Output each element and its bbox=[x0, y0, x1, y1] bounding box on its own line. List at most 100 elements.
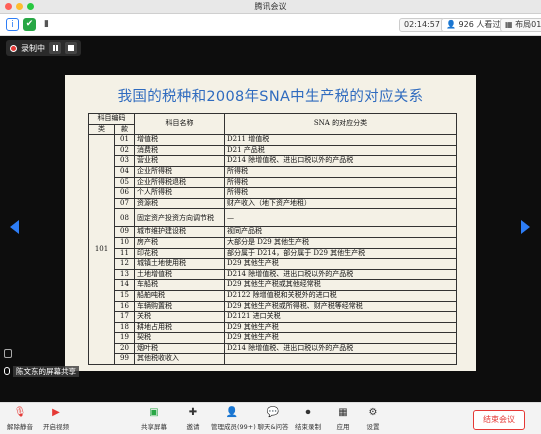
name-cell: 房产税 bbox=[134, 236, 225, 249]
layout-label: 布局01 bbox=[515, 20, 541, 29]
layout-button[interactable]: ▦ 布局01 bbox=[500, 18, 541, 32]
toolbar-unmute-button[interactable]: 🎙 解除静音 bbox=[2, 407, 38, 431]
pause-recording-button[interactable] bbox=[49, 42, 61, 54]
sna-cell: D21 产品税 bbox=[224, 144, 457, 157]
toolbar-label: 共享屏幕 bbox=[141, 423, 167, 431]
signal-icon[interactable]: ▮ bbox=[40, 18, 53, 31]
settings-icon: ⚙ bbox=[368, 407, 378, 418]
name-cell: 城镇土地使用税 bbox=[134, 258, 225, 270]
sna-cell: 视同产品税 bbox=[224, 226, 457, 238]
viewer-count[interactable]: 👤 926 人看过 bbox=[441, 18, 506, 32]
cat-header: 类 bbox=[88, 123, 115, 136]
shield-icon[interactable]: ✔ bbox=[23, 18, 36, 31]
pause-icon bbox=[52, 45, 55, 51]
window-title: 腾讯会议 bbox=[254, 2, 287, 11]
table-row: 08 固定资产投资方向调节税 — bbox=[89, 208, 457, 228]
table-row: 02 消费税 D21 产品税 bbox=[89, 144, 457, 157]
table-row: 99 其他税收收入 bbox=[89, 353, 457, 366]
toolbar-settings-button[interactable]: ⚙ 设置 bbox=[355, 407, 391, 431]
table-row: 03 营业税 D214 除增值税、进出口税以外的产品税 bbox=[89, 155, 457, 167]
sna-cell: 大部分是 D29 其他生产税 bbox=[224, 236, 457, 249]
toolbar-chat-button[interactable]: 💬 聊天&问答 bbox=[255, 407, 291, 431]
next-page-arrow-icon[interactable] bbox=[521, 220, 530, 234]
toolbar-stop-record-button[interactable]: ⏺ 结束录制 bbox=[290, 407, 326, 431]
sna-cell: D29 其他生产税 bbox=[224, 258, 457, 270]
code-cell: 15 bbox=[114, 289, 135, 302]
name-cell: 消费税 bbox=[134, 144, 225, 157]
stop-icon bbox=[68, 45, 74, 51]
sna-cell: D29 其他生产税 bbox=[224, 321, 457, 334]
code-cell: 07 bbox=[114, 197, 135, 210]
name-cell: 增值税 bbox=[134, 134, 225, 146]
table-row: 07 资源税 财产收入（地下资产地租） bbox=[89, 197, 457, 210]
microphone-muted-icon: 🎙 bbox=[13, 407, 27, 418]
sna-cell: D214 除增值税、进出口税以外的产品税 bbox=[224, 342, 457, 355]
sna-cell: D214 除增值税、进出口税以外的产品税 bbox=[224, 268, 457, 281]
table-row: 05 企业所得税退税 所得税 bbox=[89, 176, 457, 189]
toolbar-label: 邀请 bbox=[186, 423, 200, 431]
sna-cell: 部分属于 D214，部分属于 D29 其他生产税 bbox=[224, 247, 457, 260]
name-cell: 烟叶税 bbox=[134, 342, 225, 355]
toolbar-label: 结束录制 bbox=[295, 423, 321, 431]
code-cell: 10 bbox=[114, 236, 135, 249]
code-cell: 13 bbox=[114, 268, 135, 281]
screen-share-label: 陈文东的屏幕共享 bbox=[13, 365, 79, 377]
table-row: 18 耕地占用税 D29 其他生产税 bbox=[89, 321, 457, 334]
table-row: 101 01 增值税 D211 增值税 bbox=[88, 134, 457, 366]
name-cell: 企业所得税退税 bbox=[134, 176, 225, 189]
code-cell: 18 bbox=[114, 321, 135, 334]
code-group-header: 科目编码 bbox=[88, 113, 135, 125]
sna-cell: 财产收入（地下资产地租） bbox=[224, 197, 457, 210]
recording-label: 录制中 bbox=[21, 43, 45, 53]
sna-cell: 所得税 bbox=[224, 187, 457, 199]
name-cell: 资源税 bbox=[134, 197, 225, 210]
stop-recording-button[interactable] bbox=[65, 42, 77, 54]
side-panel-icon[interactable] bbox=[4, 349, 12, 358]
code-cell: 19 bbox=[114, 332, 135, 344]
chat-icon: 💬 bbox=[266, 407, 280, 418]
code-cell: 02 bbox=[114, 144, 135, 157]
name-cell: 关税 bbox=[134, 311, 225, 323]
name-cell: 城市维护建设税 bbox=[134, 226, 225, 238]
code-cell: 11 bbox=[114, 247, 135, 260]
code-cell: 09 bbox=[114, 226, 135, 238]
code-cell: 12 bbox=[114, 258, 135, 270]
stop-record-icon: ⏺ bbox=[305, 407, 311, 418]
code-cell: 99 bbox=[114, 353, 135, 366]
name-cell: 其他税收收入 bbox=[134, 353, 225, 366]
table-row: 06 个人所得税 所得税 bbox=[89, 187, 457, 199]
item-header: 款 bbox=[114, 123, 135, 136]
table-row: 19 契税 D29 其他生产税 bbox=[89, 332, 457, 344]
code-cell: 05 bbox=[114, 176, 135, 189]
code-cell: 01 bbox=[114, 134, 135, 146]
toolbar-video-button[interactable]: ▶ 开启视频 bbox=[38, 407, 74, 431]
name-header: 科目名称 bbox=[134, 112, 225, 136]
recording-indicator: 录制中 bbox=[6, 40, 81, 56]
end-meeting-button[interactable]: 结束会议 bbox=[473, 410, 525, 430]
table-row: 16 车辆购置税 D29 其他生产税或所得税、财产税等经常税 bbox=[89, 300, 457, 313]
name-cell: 印花税 bbox=[134, 247, 225, 260]
table-row: 04 企业所得税 所得税 bbox=[89, 165, 457, 178]
toolbar-label: 设置 bbox=[366, 423, 380, 431]
toolbar-invite-button[interactable]: ✚ 邀请 bbox=[175, 407, 211, 431]
category-cell: 101 bbox=[88, 134, 115, 366]
table-row: 11 印花税 部分属于 D214，部分属于 D29 其他生产税 bbox=[89, 247, 457, 260]
code-cell: 20 bbox=[114, 342, 135, 355]
shared-slide: 我国的税种和2008年SNA中生产税的对应关系 科目编码 科目名称 SNA 的对… bbox=[65, 75, 476, 371]
name-cell: 车辆购置税 bbox=[134, 300, 225, 313]
name-cell: 土地增值税 bbox=[134, 268, 225, 281]
info-icon[interactable]: i bbox=[6, 18, 19, 31]
toolbar-share-screen-button[interactable]: ▣ 共享屏幕 bbox=[136, 407, 172, 431]
code-cell: 17 bbox=[114, 311, 135, 323]
name-cell: 营业税 bbox=[134, 155, 225, 167]
table-row: 15 船舶吨税 D2122 除增值税和关税外的进口税 bbox=[89, 289, 457, 302]
record-dot-icon bbox=[10, 44, 17, 52]
slide-title: 我国的税种和2008年SNA中生产税的对应关系 bbox=[117, 89, 424, 105]
name-cell: 车船税 bbox=[134, 279, 225, 291]
toolbar-label: 开启视频 bbox=[43, 423, 69, 431]
sna-cell: D29 其他生产税或其他经常税 bbox=[224, 279, 457, 291]
sna-header: SNA 的对应分类 bbox=[224, 112, 457, 136]
pause-icon-bar bbox=[55, 45, 58, 51]
toolbar-members-button[interactable]: 👤 管理成员(99+) bbox=[211, 407, 256, 431]
previous-page-arrow-icon[interactable] bbox=[10, 220, 19, 234]
